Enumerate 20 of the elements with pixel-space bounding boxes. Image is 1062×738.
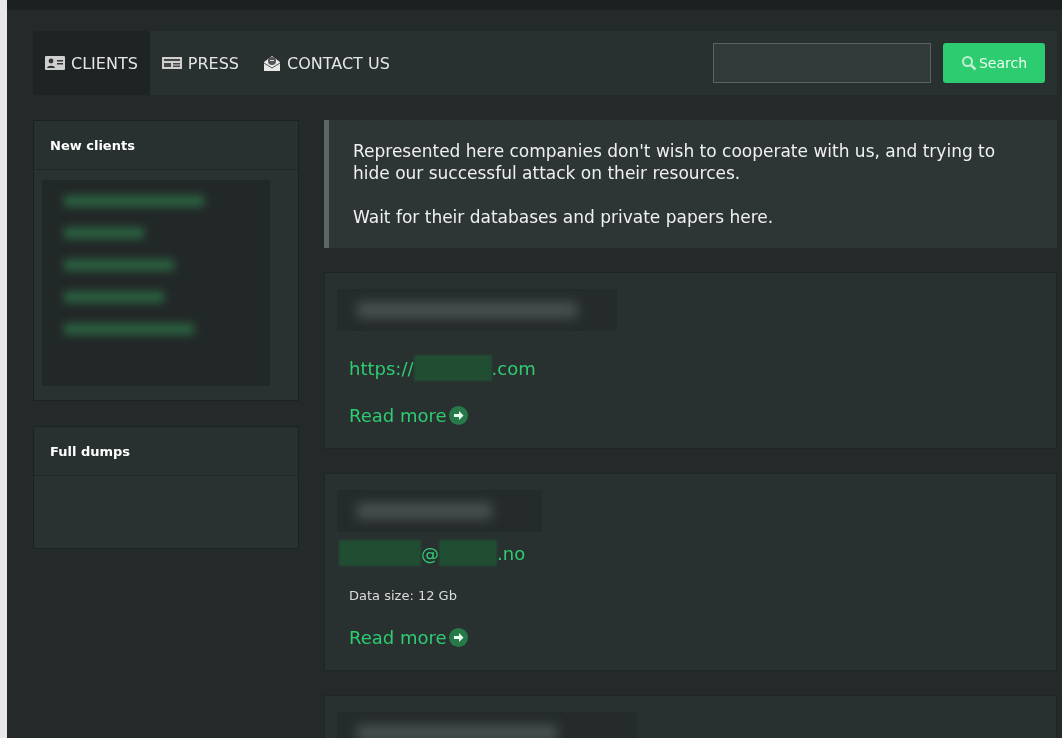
newspaper-icon bbox=[161, 57, 182, 69]
data-size-text: Data size: 12 Gb bbox=[349, 588, 457, 603]
read-more-link[interactable]: Read more bbox=[349, 627, 468, 648]
url-text: https:// bbox=[349, 357, 414, 379]
id-card-icon bbox=[45, 56, 65, 70]
email-text: .no bbox=[497, 542, 526, 564]
email-text: @ bbox=[421, 542, 439, 564]
open-envelope-icon bbox=[263, 54, 281, 72]
redaction-blur bbox=[439, 540, 497, 566]
read-more-link[interactable]: Read more bbox=[349, 405, 468, 426]
notice-text: Wait for their databases and private papers here. bbox=[353, 206, 775, 228]
notice-text: Represented here companies don't wish to cooperate with us, and trying to hide our successful attack on their resources. bbox=[353, 140, 997, 184]
nav-tab[interactable]: CONTACT US bbox=[251, 31, 402, 95]
arrow-right-icon bbox=[448, 628, 468, 647]
search-field[interactable] bbox=[713, 43, 931, 83]
search-icon bbox=[960, 55, 977, 71]
arrow-right-icon bbox=[448, 406, 468, 425]
nav-tab[interactable]: CLIENTS bbox=[33, 31, 150, 95]
nav-tab[interactable]: PRESS bbox=[149, 31, 251, 95]
url-text: .com bbox=[491, 357, 536, 379]
